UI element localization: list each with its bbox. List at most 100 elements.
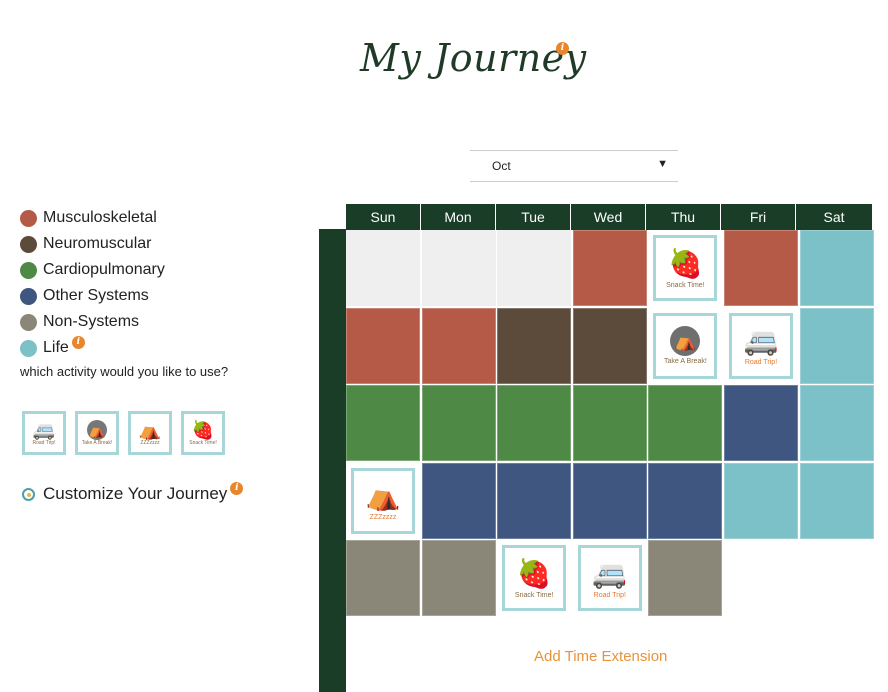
calendar-day-cell[interactable] (346, 540, 420, 616)
activity-card: ⛺ Take A Break! (653, 312, 718, 379)
activity-card: 🚐 Road Trip! (577, 545, 642, 611)
tent-icon: ⛺ (365, 480, 401, 511)
calendar-day-cell[interactable] (497, 307, 572, 384)
day-header-fri: Fri (721, 204, 796, 230)
calendar-day-cell[interactable] (497, 462, 572, 539)
calendar-day-cell[interactable] (572, 307, 647, 384)
activity-card-label: Take A Break! (663, 358, 707, 365)
van-icon: 🚐 (743, 325, 779, 356)
calendar-day-cell[interactable] (421, 307, 496, 384)
picnic-table-icon: ⛺ (670, 326, 701, 356)
calendar-day-cell[interactable] (346, 230, 420, 306)
activity-question: which activity would you like to use? (20, 364, 229, 379)
calendar-day-cell[interactable] (724, 230, 798, 306)
calendar-activity-card[interactable]: 🍓 Snack Time! (648, 230, 723, 306)
calendar-day-cell[interactable] (497, 385, 572, 461)
calendar-day-cell[interactable] (799, 462, 874, 539)
customize-label: Customize Your Journey (43, 484, 228, 503)
calendar-activity-card[interactable]: 🍓 Snack Time! (497, 540, 572, 616)
activity-card-label: Road Trip! (593, 591, 626, 599)
activity-label: ZZZzzzz (140, 440, 160, 446)
calendar-header: Sun Mon Tue Wed Thu Fri Sat (346, 204, 872, 230)
activity-card-label: Snack Time! (514, 591, 554, 599)
life-info-icon[interactable]: i (71, 335, 85, 349)
calendar-day-cell[interactable] (421, 462, 496, 539)
calendar-day-cell[interactable] (572, 230, 647, 306)
legend-item-neuromuscular: Neuromuscular (20, 231, 165, 257)
calendar-activity-card[interactable]: ⛺ Take A Break! (648, 307, 723, 384)
legend-dot (20, 209, 37, 227)
legend-dot (20, 339, 37, 357)
customize-journey-link[interactable]: Customize Your Journey i (22, 481, 244, 504)
legend-item-cardiopulmonary: Cardiopulmonary (20, 257, 165, 283)
calendar-side-bar (319, 229, 346, 692)
calendar-day-cell[interactable] (572, 462, 647, 539)
calendar-day-cell[interactable] (799, 307, 874, 384)
activity-card: 🚐 Road Trip! (729, 312, 793, 379)
month-select-value: Oct (492, 159, 511, 173)
activity-road-trip[interactable]: 🚐 Road Trip! (22, 411, 66, 455)
day-header-sat: Sat (796, 204, 872, 230)
legend-label: Life (43, 339, 69, 356)
snack-icon: 🍓 (191, 420, 215, 440)
tent-icon: ⛺ (138, 420, 162, 440)
activity-card-label: Road Trip! (744, 359, 778, 366)
activity-card: ⛺ ZZZzzzz (351, 467, 415, 534)
customize-info-icon[interactable]: i (230, 481, 244, 495)
activity-label: Road Trip! (32, 440, 56, 446)
activity-card: 🍓 Snack Time! (653, 235, 718, 301)
activity-card-label: Snack Time! (666, 281, 705, 289)
activity-label: Snack Time! (189, 440, 217, 446)
day-header-tue: Tue (496, 204, 571, 230)
day-header-wed: Wed (571, 204, 646, 230)
legend-dot (20, 313, 37, 331)
calendar-day-cell[interactable] (724, 385, 798, 461)
calendar-day-cell[interactable] (421, 385, 496, 461)
calendar-day-cell[interactable] (421, 540, 496, 616)
activity-picker: 🚐 Road Trip! ⛺ Take A Break! ⛺ ZZZzzzz 🍓 Sna… (22, 411, 225, 455)
snack-icon: 🍓 (667, 247, 703, 279)
activity-snack-time[interactable]: 🍓 Snack Time! (181, 411, 225, 455)
calendar-activity-card[interactable]: 🚐 Road Trip! (572, 540, 647, 616)
legend-dot (20, 287, 37, 305)
legend-label: Cardiopulmonary (43, 261, 165, 278)
calendar-day-cell[interactable] (421, 230, 496, 306)
picnic-table-icon: ⛺ (87, 420, 107, 440)
legend-item-musculoskeletal: Musculoskeletal (20, 205, 165, 231)
activity-take-a-break[interactable]: ⛺ Take A Break! (75, 411, 119, 455)
page-title: My Journey (360, 36, 587, 80)
legend-item-life: Life i (20, 335, 165, 361)
day-header-thu: Thu (646, 204, 721, 230)
day-header-sun: Sun (346, 204, 421, 230)
legend-item-non-systems: Non-Systems (20, 309, 165, 335)
title-info-icon[interactable]: i (556, 42, 569, 55)
snack-icon: 🍓 (516, 557, 552, 589)
calendar-day-cell[interactable] (648, 540, 723, 616)
activity-label: Take A Break! (81, 440, 113, 446)
day-header-mon: Mon (421, 204, 496, 230)
month-select[interactable]: Oct ▼ (470, 150, 678, 182)
legend-dot (20, 235, 37, 253)
legend: Musculoskeletal Neuromuscular Cardiopulm… (20, 205, 165, 361)
calendar-day-cell[interactable] (799, 230, 874, 306)
calendar-day-cell[interactable] (572, 385, 647, 461)
compass-icon (22, 487, 35, 501)
calendar-day-cell[interactable] (346, 385, 420, 461)
van-icon: 🚐 (592, 557, 628, 589)
calendar-day-cell[interactable] (799, 385, 874, 461)
legend-label: Neuromuscular (43, 235, 152, 252)
chevron-down-icon: ▼ (657, 158, 668, 170)
calendar-day-cell[interactable] (648, 385, 723, 461)
calendar-activity-card[interactable]: 🚐 Road Trip! (724, 307, 798, 384)
activity-zzz[interactable]: ⛺ ZZZzzzz (128, 411, 172, 455)
activity-card: 🍓 Snack Time! (502, 545, 567, 611)
calendar-activity-card[interactable]: ⛺ ZZZzzzz (346, 462, 420, 539)
calendar-day-cell[interactable] (346, 307, 420, 384)
add-time-extension-link[interactable]: Add Time Extension (534, 648, 667, 665)
legend-dot (20, 261, 37, 279)
calendar-day-cell[interactable] (724, 462, 798, 539)
legend-label: Musculoskeletal (43, 209, 157, 226)
calendar-day-cell[interactable] (497, 230, 572, 306)
calendar-day-cell[interactable] (648, 462, 723, 539)
van-icon: 🚐 (32, 420, 56, 440)
